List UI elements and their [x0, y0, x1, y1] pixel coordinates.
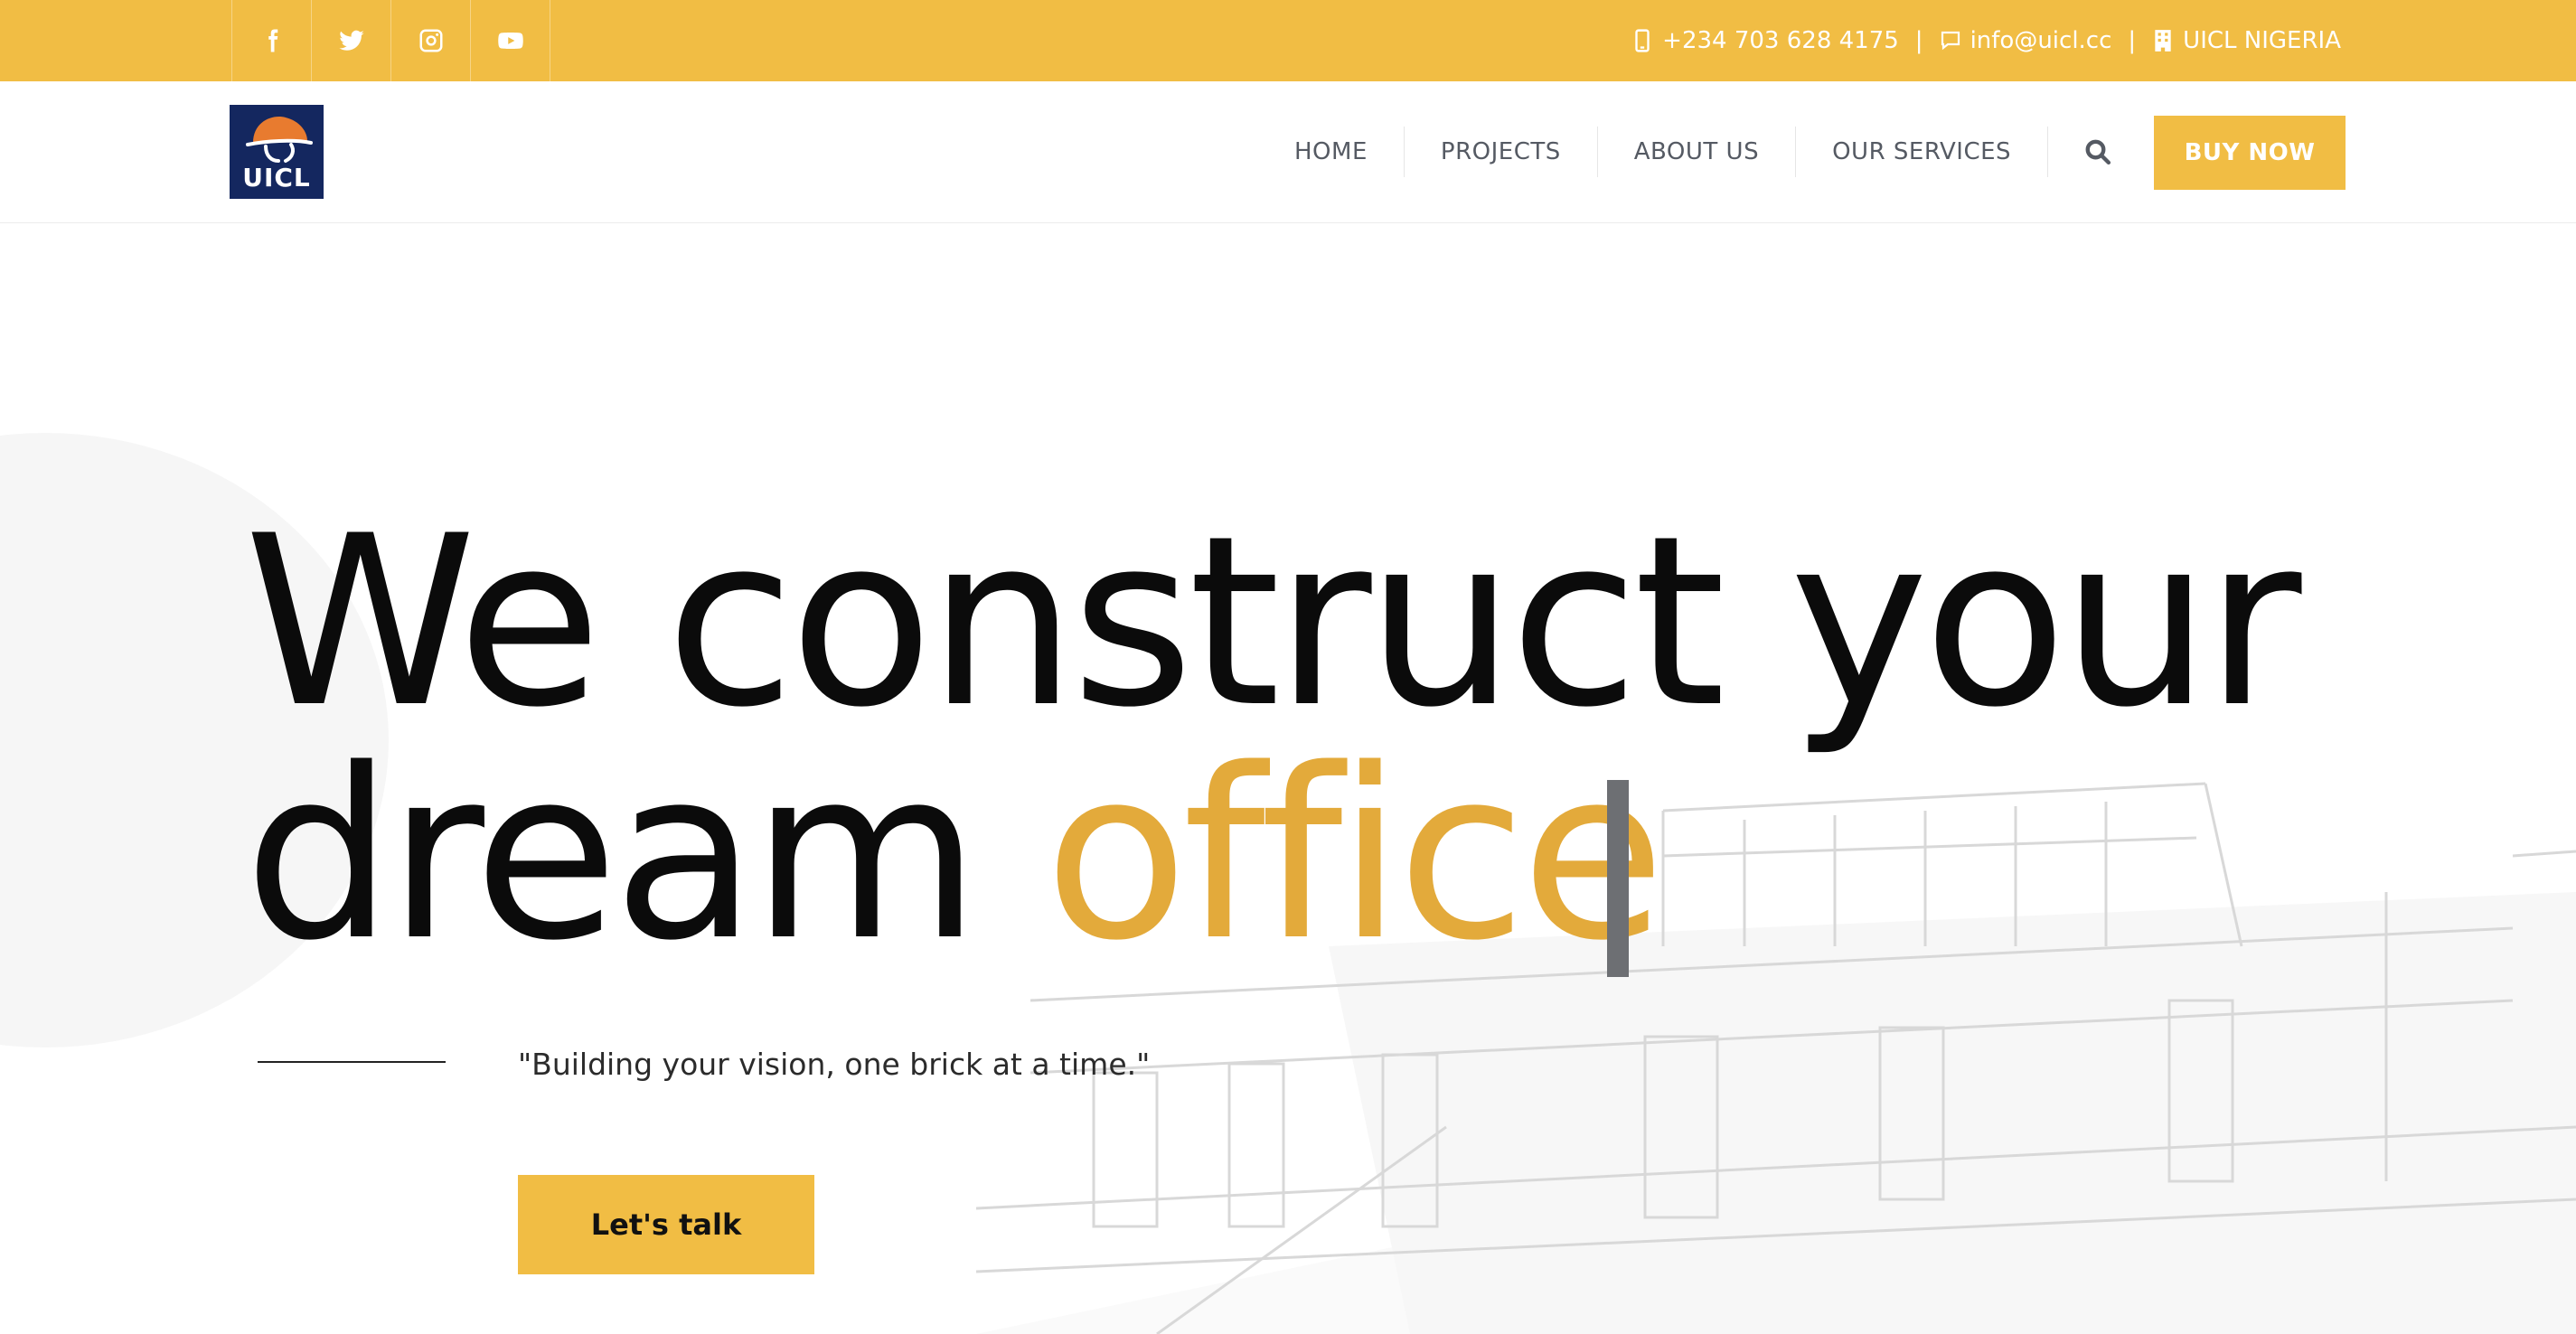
company-name: UICL NIGERIA	[2183, 27, 2341, 54]
hero-tagline: "Building your vision, one brick at a ti…	[518, 1047, 1151, 1082]
buy-now-button[interactable]: BUY NOW	[2154, 116, 2346, 190]
lets-talk-button[interactable]: Let's talk	[518, 1175, 814, 1274]
facebook-icon	[268, 29, 277, 52]
headline-line-1: We construct your	[244, 486, 2301, 759]
nav-item-projects[interactable]: PROJECTS	[1405, 127, 1598, 177]
instagram-icon	[419, 29, 442, 52]
phone-number: +234 703 628 4175	[1662, 27, 1899, 54]
nav-item-our-services[interactable]: OUR SERVICES	[1796, 127, 2049, 177]
hero-headline: We construct your dream office	[244, 505, 2301, 973]
main-nav: HOME PROJECTS ABOUT US OUR SERVICES	[1258, 127, 2144, 177]
nav-item-home[interactable]: HOME	[1258, 127, 1405, 177]
company-location: UICL NIGERIA	[2152, 27, 2341, 54]
building-icon	[2155, 30, 2171, 52]
phone-icon	[1635, 29, 1650, 52]
twitter-icon	[338, 30, 364, 51]
search-icon	[2085, 139, 2111, 165]
contact-info: +234 703 628 4175 | info@uicl.cc | UICL …	[1631, 0, 2341, 81]
tagline-divider	[258, 1061, 446, 1063]
logo[interactable]: UICL	[230, 105, 324, 199]
email-contact[interactable]: info@uicl.cc	[1940, 27, 2112, 54]
youtube-icon	[497, 33, 523, 49]
phone-contact[interactable]: +234 703 628 4175	[1631, 27, 1899, 54]
youtube-link[interactable]	[470, 0, 550, 81]
typing-caret	[1607, 780, 1629, 977]
search-button[interactable]	[2048, 127, 2144, 177]
headline-accent-word: office	[1044, 719, 1665, 992]
separator: |	[2128, 27, 2137, 54]
top-bar: +234 703 628 4175 | info@uicl.cc | UICL …	[0, 0, 2576, 81]
twitter-link[interactable]	[311, 0, 390, 81]
email-address: info@uicl.cc	[1970, 27, 2112, 54]
chat-icon	[1941, 31, 1960, 51]
logo-text: UICL	[242, 163, 311, 193]
social-links	[231, 0, 550, 81]
facebook-link[interactable]	[231, 0, 311, 81]
headline-line-2: dream	[244, 719, 1045, 992]
instagram-link[interactable]	[390, 0, 470, 81]
separator: |	[1914, 27, 1923, 54]
nav-item-about-us[interactable]: ABOUT US	[1598, 127, 1797, 177]
